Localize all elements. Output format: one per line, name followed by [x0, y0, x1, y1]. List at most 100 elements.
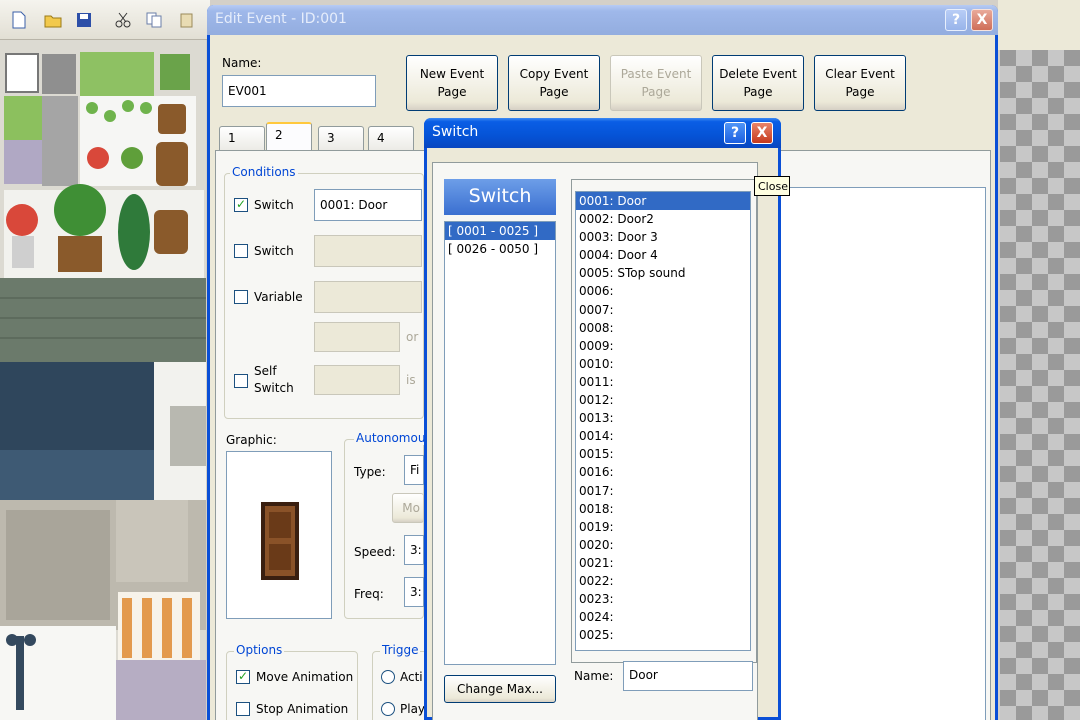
- switch1-field[interactable]: 0001: Door: [314, 189, 422, 221]
- switch-list-item[interactable]: 0023:: [576, 590, 750, 608]
- copy-event-page-label: Copy Event Page: [519, 67, 589, 99]
- move-animation-checkbox[interactable]: ✓: [236, 670, 250, 684]
- switch-list-item[interactable]: 0007:: [576, 301, 750, 319]
- paste-icon[interactable]: [176, 9, 198, 31]
- trigger-action-label: Acti: [400, 670, 423, 684]
- switch-list-item[interactable]: 0006:: [576, 282, 750, 300]
- main-toolbar: [0, 0, 210, 40]
- help-icon[interactable]: ?: [945, 9, 967, 31]
- self-switch-checkbox[interactable]: [234, 374, 248, 388]
- switch-list-item[interactable]: 0008:: [576, 319, 750, 337]
- switch-list-item[interactable]: 0012:: [576, 391, 750, 409]
- tab-page-4[interactable]: 4: [368, 126, 414, 150]
- help-icon[interactable]: ?: [724, 122, 746, 144]
- move-animation-label: Move Animation: [256, 670, 354, 684]
- door-sprite: [261, 502, 299, 580]
- switch-list-item[interactable]: 0015:: [576, 445, 750, 463]
- switch-dialog: Switch ? X Switch [ 0001 - 0025 ] [ 0026…: [424, 118, 781, 720]
- tileset-graphics: [0, 40, 206, 720]
- switch2-checkbox[interactable]: [234, 244, 248, 258]
- tab-page-2[interactable]: 2: [266, 122, 312, 152]
- event-commands-list[interactable]: [776, 187, 986, 720]
- tab-page-3[interactable]: 3: [318, 126, 364, 150]
- switch-list-item[interactable]: 0005: STop sound: [576, 264, 750, 282]
- speed-label: Speed:: [354, 545, 396, 559]
- switch-list-item[interactable]: 0016:: [576, 463, 750, 481]
- switch-list-item[interactable]: 0009:: [576, 337, 750, 355]
- switch-list-item[interactable]: 0018:: [576, 500, 750, 518]
- switch-list[interactable]: 0001: Door 0002: Door2 0003: Door 3 0004: D…: [575, 191, 751, 651]
- copy-icon[interactable]: [143, 9, 165, 31]
- open-folder-icon[interactable]: [42, 9, 64, 31]
- trigger-player-radio[interactable]: [381, 702, 395, 716]
- self-switch-select[interactable]: [314, 365, 400, 395]
- switch-list-item[interactable]: 0001: Door: [576, 192, 750, 211]
- switch-dialog-titlebar[interactable]: Switch ? X: [424, 118, 781, 148]
- switch-dialog-body: Switch [ 0001 - 0025 ] [ 0026 - 0050 ] C…: [432, 162, 758, 720]
- switch-list-item[interactable]: 0025:: [576, 626, 750, 644]
- range-item[interactable]: [ 0001 - 0025 ]: [445, 222, 555, 241]
- name-label: Name:: [222, 56, 262, 70]
- edit-event-titlebar[interactable]: Edit Event - ID:001 ? X: [207, 5, 998, 35]
- new-file-icon[interactable]: [8, 9, 30, 31]
- delete-event-page-button[interactable]: Delete Event Page: [712, 55, 804, 111]
- paste-event-page-label: Paste Event Page: [620, 67, 692, 99]
- switch-list-item[interactable]: 0010:: [576, 355, 750, 373]
- self-switch-label: Self Switch: [254, 364, 294, 395]
- variable-value-stepper[interactable]: [314, 322, 400, 352]
- or-label: or: [406, 330, 419, 344]
- clear-event-page-button[interactable]: Clear Event Page: [814, 55, 906, 111]
- cut-icon[interactable]: [112, 9, 134, 31]
- graphic-label: Graphic:: [226, 433, 277, 447]
- change-max-button[interactable]: Change Max...: [444, 675, 556, 703]
- trigger-player-label: Play: [400, 702, 426, 716]
- edit-event-title: Edit Event - ID:001: [215, 11, 347, 27]
- new-event-page-button[interactable]: New Event Page: [406, 55, 498, 111]
- change-max-label: Change Max...: [456, 682, 543, 696]
- switch-list-item[interactable]: 0017:: [576, 482, 750, 500]
- variable-label: Variable: [254, 290, 303, 304]
- switch-list-item[interactable]: 0002: Door2: [576, 210, 750, 228]
- copy-event-page-button[interactable]: Copy Event Page: [508, 55, 600, 111]
- close-icon[interactable]: X: [971, 9, 993, 31]
- switch-list-item[interactable]: 0014:: [576, 427, 750, 445]
- switch-list-item[interactable]: 0003: Door 3: [576, 228, 750, 246]
- close-icon[interactable]: X: [751, 122, 773, 144]
- autonomous-title: Autonomou: [354, 431, 428, 445]
- speed-select[interactable]: 3:: [404, 535, 424, 565]
- move-route-button[interactable]: Mo: [392, 493, 424, 523]
- save-icon[interactable]: [73, 9, 95, 31]
- switch2-field[interactable]: [314, 235, 422, 267]
- switch-list-item[interactable]: 0021:: [576, 554, 750, 572]
- switch2-label: Switch: [254, 244, 294, 258]
- is-label: is: [406, 373, 416, 387]
- type-select[interactable]: Fi: [404, 455, 424, 485]
- switch-name-input[interactable]: Door: [623, 661, 753, 691]
- switch-list-item[interactable]: 0022:: [576, 572, 750, 590]
- map-header: [998, 0, 1080, 50]
- options-title: Options: [234, 643, 285, 657]
- stop-animation-checkbox[interactable]: [236, 702, 250, 716]
- switch-list-item[interactable]: 0019:: [576, 518, 750, 536]
- switch-list-item[interactable]: 0004: Door 4: [576, 246, 750, 264]
- event-name-input[interactable]: EV001: [222, 75, 376, 107]
- switch-range-list[interactable]: [ 0001 - 0025 ] [ 0026 - 0050 ]: [444, 221, 556, 665]
- variable-checkbox[interactable]: [234, 290, 248, 304]
- switch-dialog-title: Switch: [432, 124, 479, 140]
- switch-list-item[interactable]: 0020:: [576, 536, 750, 554]
- tab-page-1[interactable]: 1: [219, 126, 265, 150]
- close-tooltip: Close: [754, 176, 790, 196]
- freq-select[interactable]: 3:: [404, 577, 424, 607]
- map-canvas[interactable]: [1000, 50, 1080, 720]
- graphic-preview[interactable]: [226, 451, 332, 619]
- switch-list-item[interactable]: 0011:: [576, 373, 750, 391]
- switch-list-item[interactable]: 0024:: [576, 608, 750, 626]
- paste-event-page-button[interactable]: Paste Event Page: [610, 55, 702, 111]
- delete-event-page-label: Delete Event Page: [719, 67, 797, 99]
- variable-field[interactable]: [314, 281, 422, 313]
- range-item[interactable]: [ 0026 - 0050 ]: [445, 240, 555, 258]
- tileset-palette[interactable]: [0, 40, 206, 720]
- switch-list-item[interactable]: 0013:: [576, 409, 750, 427]
- trigger-action-radio[interactable]: [381, 670, 395, 684]
- switch1-checkbox[interactable]: ✓: [234, 198, 248, 212]
